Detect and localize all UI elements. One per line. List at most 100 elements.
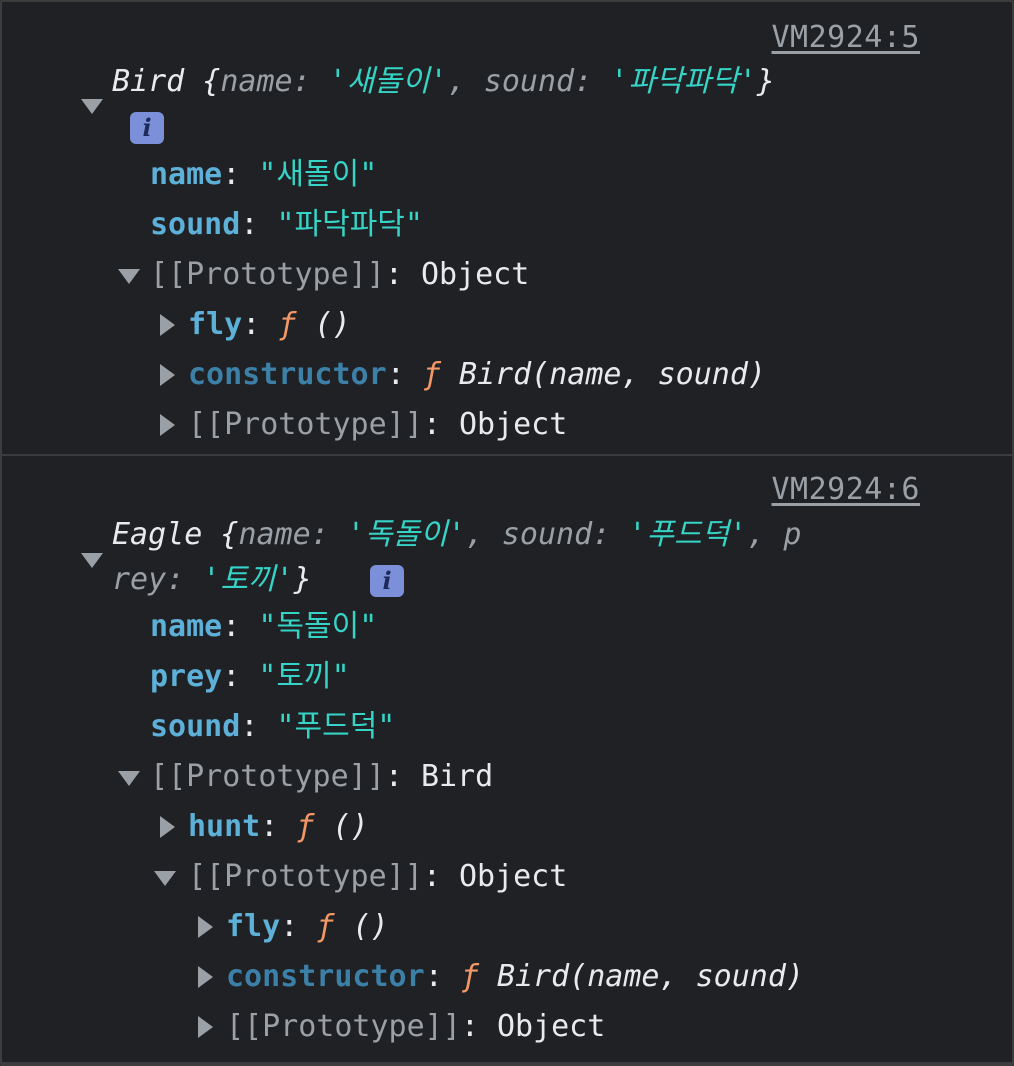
object-summary[interactable]: Bird {name: '새돌이', sound: '파닥파닥'} [112, 64, 775, 104]
colon: : [422, 859, 459, 894]
summary-comma: , [465, 517, 502, 552]
property-row: sound: "파닥파닥" [150, 207, 423, 247]
property-value: "독돌이" [258, 609, 378, 644]
summary-key: sound [501, 517, 593, 552]
source-link[interactable]: VM2924:5 [772, 20, 921, 55]
method-row[interactable]: constructor: ƒ Bird(name, sound) [226, 959, 804, 999]
property-value: "푸드덕" [276, 709, 396, 744]
summary-value: '푸드덕' [628, 517, 748, 552]
method-key: constructor [226, 959, 425, 994]
method-row[interactable]: hunt: ƒ () [188, 809, 369, 849]
summary-value: '파닥파닥' [610, 64, 757, 99]
property-key: sound [150, 207, 241, 242]
summary-value: '새돌이' [328, 64, 448, 99]
method-row[interactable]: fly: ƒ () [226, 909, 389, 949]
colon: : [222, 659, 259, 694]
summary-key: name [238, 517, 311, 552]
property-row: sound: "푸드덕" [150, 709, 395, 749]
colon: : [222, 157, 259, 192]
class-name: Bird [112, 64, 185, 99]
colon: : [240, 709, 277, 744]
summary-brace: } [756, 64, 775, 99]
summary-key: sound [483, 64, 575, 99]
property-value: "토끼" [258, 659, 350, 694]
summary-colon: : [166, 562, 203, 597]
collapse-toggle-icon[interactable] [160, 314, 175, 336]
property-row: name: "새돌이" [150, 157, 377, 197]
summary-key: name [220, 64, 293, 99]
property-key: name [150, 157, 223, 192]
prototype-type: Object [496, 1009, 606, 1044]
prototype-type: Object [458, 407, 568, 442]
summary-value: '토끼' [202, 562, 294, 597]
function-icon: ƒ [316, 909, 335, 944]
prototype-row[interactable]: [[Prototype]]: Object [188, 407, 567, 447]
summary-comma: , [747, 517, 784, 552]
summary-key: rey [112, 562, 167, 597]
colon: : [240, 207, 277, 242]
expand-toggle-icon[interactable] [154, 871, 176, 886]
function-signature: () [314, 307, 351, 342]
prototype-row[interactable]: [[Prototype]]: Object [188, 859, 567, 899]
expand-toggle-icon[interactable] [118, 771, 140, 786]
colon: : [384, 759, 421, 794]
collapse-toggle-icon[interactable] [198, 966, 213, 988]
summary-brace: { [202, 517, 239, 552]
summary-comma: , [447, 64, 484, 99]
method-key: hunt [188, 809, 261, 844]
object-summary-wrap[interactable]: rey: '토끼'} [112, 562, 312, 602]
colon: : [460, 1009, 497, 1044]
property-row: prey: "토끼" [150, 659, 350, 699]
method-key: fly [226, 909, 281, 944]
collapse-toggle-icon[interactable] [160, 816, 175, 838]
function-signature: Bird(name, sound) [458, 357, 766, 392]
property-value: "파닥파닥" [276, 207, 423, 242]
expand-toggle-icon[interactable] [81, 99, 103, 114]
function-icon: ƒ [296, 809, 315, 844]
collapse-toggle-icon[interactable] [198, 916, 213, 938]
summary-key: p [783, 517, 802, 552]
prototype-type: Object [420, 257, 530, 292]
prototype-type: Bird [420, 759, 494, 794]
function-signature: Bird(name, sound) [496, 959, 804, 994]
colon: : [386, 357, 423, 392]
colon: : [222, 609, 259, 644]
prototype-row[interactable]: [[Prototype]]: Bird [150, 759, 493, 799]
method-key: constructor [188, 357, 387, 392]
prototype-label: [[Prototype]] [150, 759, 385, 794]
function-icon: ƒ [422, 357, 441, 392]
property-row: name: "독돌이" [150, 609, 377, 649]
prototype-row[interactable]: [[Prototype]]: Object [226, 1009, 605, 1049]
colon: : [242, 307, 279, 342]
colon: : [260, 809, 297, 844]
object-summary[interactable]: Eagle {name: '독돌이', sound: '푸드덕', p [112, 517, 801, 557]
expand-toggle-icon[interactable] [118, 269, 140, 284]
console-message-bird: VM2924:5 Bird {name: '새돌이', sound: '파닥파닥… [2, 2, 1012, 456]
prototype-row[interactable]: [[Prototype]]: Object [150, 257, 529, 297]
colon: : [280, 909, 317, 944]
expand-toggle-icon[interactable] [81, 553, 103, 568]
property-key: sound [150, 709, 241, 744]
function-signature: () [352, 909, 389, 944]
prototype-label: [[Prototype]] [150, 257, 385, 292]
function-icon: ƒ [278, 307, 297, 342]
class-name: Eagle [112, 517, 203, 552]
collapse-toggle-icon[interactable] [160, 414, 175, 436]
method-row[interactable]: constructor: ƒ Bird(name, sound) [188, 357, 766, 397]
source-link[interactable]: VM2924:6 [772, 472, 921, 507]
method-row[interactable]: fly: ƒ () [188, 307, 351, 347]
info-icon[interactable]: i [130, 112, 164, 144]
property-value: "새돌이" [258, 157, 378, 192]
summary-colon: : [292, 64, 329, 99]
summary-brace: { [184, 64, 221, 99]
console-panel: VM2924:5 Bird {name: '새돌이', sound: '파닥파닥… [0, 0, 1014, 1066]
collapse-toggle-icon[interactable] [160, 364, 175, 386]
console-message-eagle: VM2924:6 Eagle {name: '독돌이', sound: '푸드덕… [2, 456, 1012, 1064]
colon: : [422, 407, 459, 442]
colon: : [424, 959, 461, 994]
info-icon[interactable]: i [370, 565, 404, 597]
prototype-type: Object [458, 859, 568, 894]
summary-colon: : [592, 517, 629, 552]
property-key: prey [150, 659, 223, 694]
collapse-toggle-icon[interactable] [198, 1016, 213, 1038]
